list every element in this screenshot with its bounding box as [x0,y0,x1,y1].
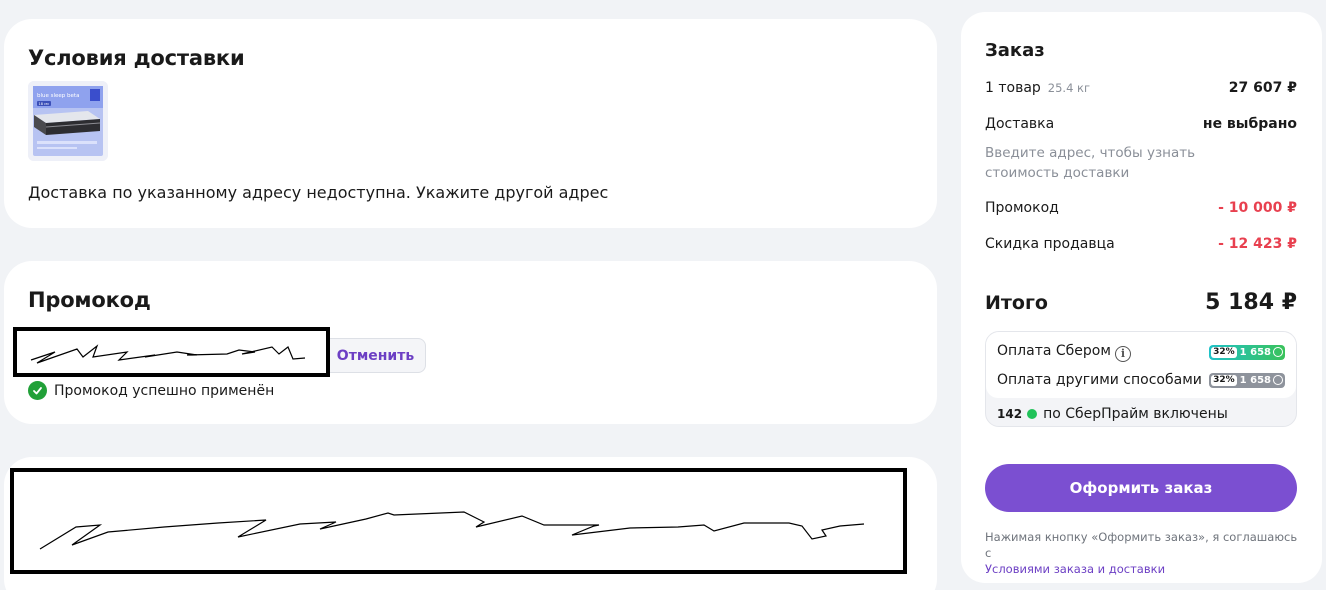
promo-code-input-redacted[interactable] [13,327,330,377]
other-bonus-value: 1 658 [1239,374,1271,386]
payment-options: Оплата Сбером i 32% 1 658 Оплата другими … [986,332,1296,398]
pay-other-row: Оплата другими способами 32% 1 658 [997,372,1285,388]
legal-text: Нажимая кнопку «Оформить заказ», я согла… [985,530,1298,560]
legal-notice: Нажимая кнопку «Оформить заказ», я согла… [985,529,1305,577]
payment-bonus-box: Оплата Сбером i 32% 1 658 Оплата другими … [985,331,1297,427]
delivery-title: Условия доставки [28,46,245,70]
promo-card: Промокод Отменить Промокод успешно приме… [4,261,937,424]
promo-title: Промокод [28,288,151,312]
items-count: 1 товар [985,80,1041,96]
mattress-size-tag: 18 см [39,102,49,106]
redaction-scribble [30,344,306,364]
other-bonus-badge: 32% 1 658 [1209,372,1285,388]
sber-bonus-percent: 32% [1211,346,1237,358]
pay-sber-label: Оплата Сбером [997,343,1111,359]
seller-discount-label: Скидка продавца [985,236,1115,252]
product-thumbnail[interactable]: blue sleep beta 18 см [28,81,108,161]
checkout-button[interactable]: Оформить заказ [985,464,1297,512]
items-weight: 25.4 кг [1047,81,1091,95]
seller-discount-value: - 12 423 ₽ [1218,236,1297,252]
mattress-brand-text: blue sleep beta [37,93,79,99]
promo-label: Промокод [985,200,1059,216]
order-seller-discount-row: Скидка продавца - 12 423 ₽ [985,236,1297,252]
promo-success-row: Промокод успешно применён [28,381,274,400]
order-items-row: 1 товар 25.4 кг 27 607 ₽ [985,80,1297,96]
redacted-card [4,457,937,590]
sber-bonus-value: 1 658 [1239,346,1271,358]
prime-text: по СберПрайм включены [1043,406,1228,422]
terms-link[interactable]: Условиями заказа и доставки [985,562,1165,576]
delivery-value: не выбрано [1202,116,1297,132]
promo-discount-value: - 10 000 ₽ [1218,200,1297,216]
delivery-unavailable-message: Доставка по указанному адресу недоступна… [28,183,609,202]
order-summary-card: Заказ 1 товар 25.4 кг 27 607 ₽ Доставка н… [961,12,1322,583]
sberprime-row: 142 по СберПрайм включены [997,406,1228,422]
delivery-label: Доставка [985,116,1055,132]
other-bonus-percent: 32% [1211,374,1237,386]
total-label: Итого [985,292,1048,314]
order-delivery-row: Доставка не выбрано [985,116,1297,132]
total-value: 5 184 ₽ [1205,290,1297,315]
prime-points: 142 [997,407,1023,421]
redaction-scribble [39,511,865,550]
cancel-promo-button[interactable]: Отменить [326,338,426,373]
bonus-coin-icon [1273,347,1283,358]
order-total-row: Итого 5 184 ₽ [985,290,1297,315]
info-icon[interactable]: i [1114,345,1131,362]
promo-success-text: Промокод успешно применён [54,382,275,399]
bonus-coin-icon [1273,375,1283,385]
delivery-card: Условия доставки blue sleep beta 18 см Д… [4,19,937,228]
order-title: Заказ [985,40,1045,61]
sber-bonus-badge: 32% 1 658 [1209,344,1285,360]
order-promo-row: Промокод - 10 000 ₽ [985,200,1297,216]
prime-coin-icon [1027,409,1038,419]
items-price: 27 607 ₽ [1228,80,1297,96]
delivery-hint: Введите адрес, чтобы узнать стоимость до… [985,145,1196,181]
pay-other-label: Оплата другими способами [997,372,1202,388]
check-circle-icon [28,381,47,400]
pay-sber-row: Оплата Сбером i 32% 1 658 [997,343,1285,362]
redacted-content [10,468,907,574]
